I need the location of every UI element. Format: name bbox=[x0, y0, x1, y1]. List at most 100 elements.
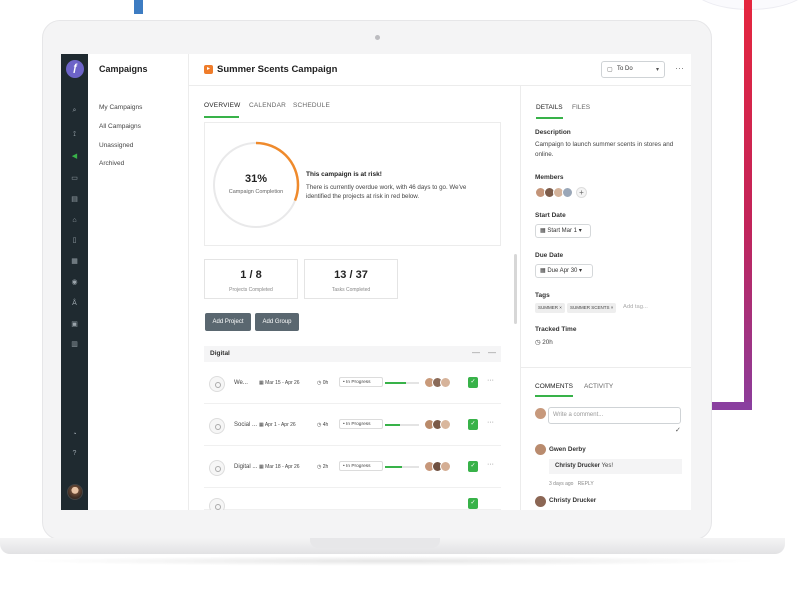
header-bar: ▸ Summer Scents Campaign ▢ To Do ▾ ··· bbox=[189, 54, 691, 86]
laptop-camera bbox=[375, 35, 380, 40]
completion-label: Campaign Completion bbox=[228, 189, 284, 195]
nav-archived[interactable]: Archived bbox=[99, 160, 124, 167]
comment-input[interactable]: Write a comment... bbox=[548, 407, 681, 424]
nav-all-campaigns[interactable]: All Campaigns bbox=[99, 123, 141, 130]
project-name[interactable]: We... bbox=[234, 380, 248, 386]
nav-unassigned[interactable]: Unassigned bbox=[99, 142, 133, 149]
tab-calendar[interactable]: CALENDAR bbox=[249, 102, 286, 109]
panel-divider bbox=[520, 86, 521, 510]
project-hours-text: 2h bbox=[322, 464, 329, 470]
folder-icon[interactable]: ▭ bbox=[70, 174, 79, 183]
project-row[interactable]: Digital ... ▦ Mar 18 - Apr 26 ◷ 2h • In … bbox=[204, 448, 501, 488]
tag-chip[interactable]: SUMMER × bbox=[535, 303, 565, 313]
start-date-label: Start Date bbox=[535, 212, 566, 219]
project-name[interactable]: Social ... bbox=[234, 422, 257, 428]
project-date: ▦ Mar 18 - Apr 26 bbox=[259, 464, 300, 470]
project-avatars bbox=[424, 461, 460, 472]
comment-body: Christy Drucker Yes! bbox=[549, 459, 682, 474]
start-date-picker[interactable]: ▦ Start Mar 1 ▾ bbox=[535, 224, 591, 238]
project-status-icon[interactable] bbox=[209, 460, 225, 476]
row-more-icon[interactable]: ··· bbox=[487, 461, 494, 468]
minimize-icon[interactable]: — bbox=[488, 348, 496, 357]
document-icon[interactable]: ▤ bbox=[70, 195, 79, 204]
add-tag-input[interactable]: Add tag... bbox=[623, 304, 648, 310]
check-icon[interactable]: ✓ bbox=[468, 419, 478, 430]
comment-time: 3 days ago bbox=[549, 481, 574, 487]
project-status-icon[interactable] bbox=[209, 376, 225, 392]
project-status-icon[interactable] bbox=[209, 418, 225, 434]
reply-link[interactable]: REPLY bbox=[578, 481, 594, 487]
scrollbar-thumb[interactable] bbox=[514, 254, 517, 324]
submit-check-icon[interactable]: ✓ bbox=[675, 426, 681, 434]
project-avatars bbox=[424, 377, 460, 388]
tab-activity[interactable]: ACTIVITY bbox=[584, 383, 613, 390]
icon-rail: ƒ ⌕ ⟟ ◀ ▭ ▤ ⌂ ▯ ▦ ◉ Å ▣ ▥ ◔ ? bbox=[61, 54, 88, 510]
help-icon[interactable]: ? bbox=[70, 449, 79, 458]
user-avatar[interactable] bbox=[67, 484, 83, 500]
check-icon[interactable]: ✓ bbox=[468, 498, 478, 509]
project-avatars bbox=[424, 419, 460, 430]
tag-chip[interactable]: SUMMER SCENTS × bbox=[567, 303, 617, 313]
project-date-text: Apr 1 - Apr 26 bbox=[264, 422, 296, 428]
completion-percent: 31% bbox=[244, 173, 268, 185]
avatar bbox=[440, 461, 451, 472]
projects-completed-value: 1 / 8 bbox=[240, 269, 262, 281]
avatar bbox=[440, 377, 451, 388]
activity-icon[interactable]: ⟟ bbox=[70, 130, 79, 139]
project-name[interactable]: Digital ... bbox=[234, 464, 257, 470]
member-avatar[interactable] bbox=[562, 187, 573, 198]
page-title: Summer Scents Campaign bbox=[217, 64, 338, 75]
tab-indicator bbox=[204, 116, 239, 118]
feather-logo-icon[interactable]: ƒ bbox=[66, 60, 84, 78]
main-tabs: OVERVIEW CALENDAR SCHEDULE bbox=[204, 102, 404, 116]
tab-files[interactable]: FILES bbox=[572, 104, 590, 111]
tab-details[interactable]: DETAILS bbox=[536, 104, 563, 111]
campaign-flag-icon: ▸ bbox=[204, 65, 213, 74]
due-date-picker[interactable]: ▦ Due Apr 30 ▾ bbox=[535, 264, 593, 278]
search-icon[interactable]: ⌕ bbox=[70, 106, 79, 115]
project-progress-bar bbox=[385, 382, 419, 384]
collapse-icon[interactable]: — bbox=[472, 348, 480, 357]
comment-author: Gwen Derby bbox=[549, 446, 586, 453]
project-row[interactable]: Social ... ▦ Apr 1 - Apr 26 ◷ 4h • In Pr… bbox=[204, 406, 501, 446]
add-project-button[interactable]: Add Project bbox=[205, 313, 251, 331]
report-icon[interactable]: ▣ bbox=[70, 320, 79, 329]
more-options-icon[interactable]: ··· bbox=[675, 63, 684, 73]
row-more-icon[interactable]: ··· bbox=[487, 377, 494, 384]
project-hours: ◷ 0h bbox=[317, 380, 329, 386]
tab-comments[interactable]: COMMENTS bbox=[535, 383, 573, 390]
project-status[interactable]: • In Progress bbox=[339, 419, 383, 429]
add-group-button[interactable]: Add Group bbox=[255, 313, 299, 331]
project-status[interactable]: • In Progress bbox=[339, 377, 383, 387]
project-row[interactable]: We... ▦ Mar 15 - Apr 26 ◷ 0h • In Progre… bbox=[204, 364, 501, 404]
bookmark-icon[interactable]: ▯ bbox=[70, 236, 79, 245]
app-screen: ƒ ⌕ ⟟ ◀ ▭ ▤ ⌂ ▯ ▦ ◉ Å ▣ ▥ ◔ ? Campaigns … bbox=[61, 54, 691, 510]
campaign-icon[interactable]: ◀ bbox=[70, 152, 79, 161]
project-status-icon[interactable] bbox=[209, 498, 225, 510]
comment-text: Yes! bbox=[601, 463, 614, 469]
status-dropdown[interactable]: ▢ To Do ▾ bbox=[601, 61, 665, 78]
location-icon[interactable]: ◉ bbox=[70, 278, 79, 287]
bell-icon[interactable]: ◔ bbox=[70, 430, 79, 439]
inbox-icon[interactable]: ⌂ bbox=[70, 216, 79, 225]
tab-overview[interactable]: OVERVIEW bbox=[204, 102, 241, 109]
project-row[interactable]: ✓ bbox=[204, 490, 501, 510]
row-more-icon[interactable]: ··· bbox=[487, 419, 494, 426]
start-date-value: Start Mar 1 bbox=[547, 228, 578, 234]
user-icon[interactable]: Å bbox=[70, 299, 79, 308]
project-hours-text: 0h bbox=[322, 380, 329, 386]
calendar-icon[interactable]: ▦ bbox=[70, 257, 79, 266]
nav-my-campaigns[interactable]: My Campaigns bbox=[99, 104, 142, 111]
tab-schedule[interactable]: SCHEDULE bbox=[293, 102, 330, 109]
list-icon: ▢ bbox=[607, 67, 613, 73]
comment-author-avatar bbox=[535, 496, 546, 507]
comment-mention[interactable]: Christy Drucker bbox=[555, 463, 600, 469]
check-icon[interactable]: ✓ bbox=[468, 377, 478, 388]
project-status[interactable]: • In Progress bbox=[339, 461, 383, 471]
project-progress-fill bbox=[385, 424, 401, 426]
chart-icon[interactable]: ▥ bbox=[70, 340, 79, 349]
tasks-completed-value: 13 / 37 bbox=[334, 269, 368, 281]
group-header: Digital — — bbox=[204, 346, 501, 362]
add-member-button[interactable]: + bbox=[576, 187, 587, 198]
check-icon[interactable]: ✓ bbox=[468, 461, 478, 472]
